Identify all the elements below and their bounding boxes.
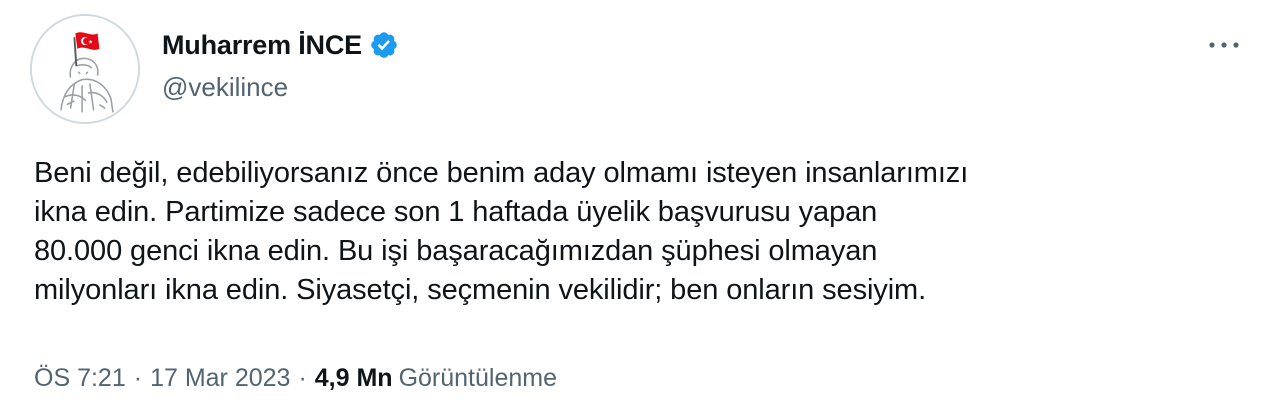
tweet-date[interactable]: 17 Mar 2023 xyxy=(150,364,290,393)
meta-separator: · xyxy=(298,364,307,392)
tweet-text-line: Beni değil, edebiliyorsanız önce benim a… xyxy=(34,157,969,189)
tweet-text-line: milyonları ikna edin. Siyasetçi, seçmeni… xyxy=(34,274,927,306)
views-count[interactable]: 4,9 Mn xyxy=(315,364,393,393)
more-options-button[interactable] xyxy=(1204,30,1244,60)
author-handle[interactable]: @vekilince xyxy=(162,72,288,103)
tweet-time[interactable]: ÖS 7:21 xyxy=(34,364,126,393)
meta-separator: · xyxy=(133,364,143,392)
tweet-text: Beni değil, edebiliyorsanız önce benim a… xyxy=(34,154,1254,310)
tweet-text-line: 80.000 genci ikna edin. Bu işi başaracağ… xyxy=(34,235,878,267)
more-options-icon xyxy=(1209,42,1239,48)
author-display-name[interactable]: Muharrem İNCE xyxy=(162,30,362,61)
tweet-meta: ÖS 7:21 · 17 Mar 2023 · 4,9 Mn Görüntüle… xyxy=(34,364,557,393)
avatar-image xyxy=(32,16,138,122)
tweet-text-line: ikna edin. Partimize sadece son 1 haftad… xyxy=(34,196,878,228)
tweet-card: Muharrem İNCE @vekilince Beni değil, ede… xyxy=(0,0,1280,418)
views-label: Görüntülenme xyxy=(398,364,557,392)
verified-badge-icon[interactable] xyxy=(369,30,399,60)
author-avatar[interactable] xyxy=(30,14,140,124)
author-name-row: Muharrem İNCE xyxy=(162,28,399,62)
